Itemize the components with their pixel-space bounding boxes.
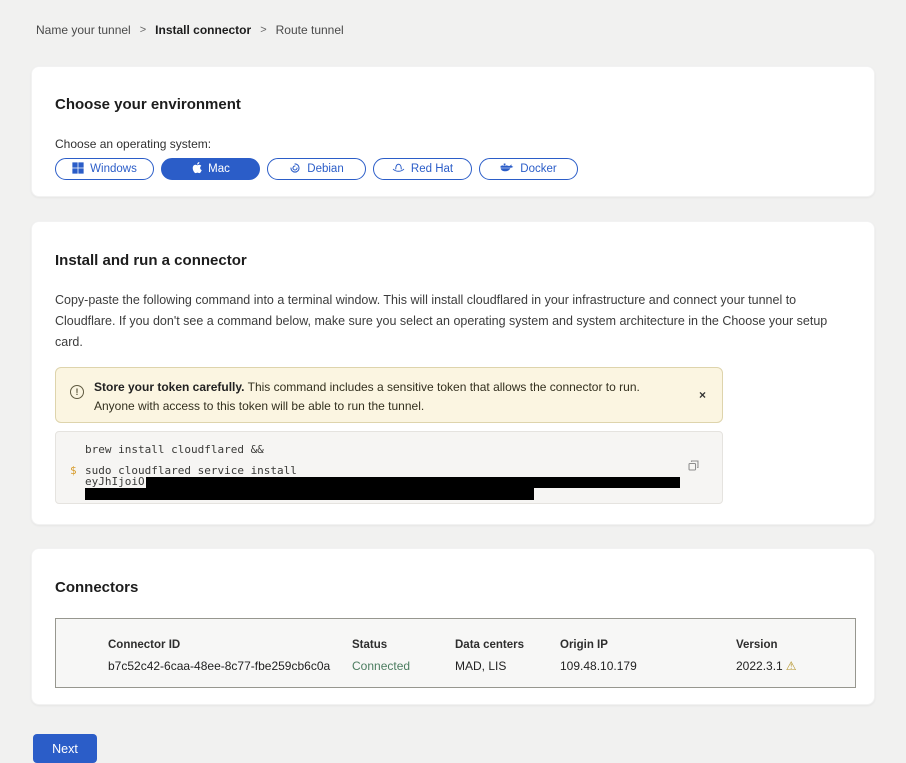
- copy-command-button[interactable]: [687, 459, 700, 472]
- code-line-2: $sudo cloudflared service install: [70, 465, 708, 476]
- redhat-fedora-icon: [392, 162, 405, 177]
- os-button-group: Windows Mac Debian: [55, 158, 852, 180]
- token-warning-banner: ! Store your token carefully. This comma…: [55, 367, 723, 423]
- connectors-card: Connectors Connector ID Status Data cent…: [31, 548, 875, 705]
- header-version: Version: [736, 639, 855, 651]
- tunnel-setup-page: Name your tunnel > Install connector > R…: [0, 0, 906, 740]
- breadcrumb-step-name-your-tunnel[interactable]: Name your tunnel: [36, 23, 131, 37]
- code-line-token: eyJhIjoiO: [70, 476, 708, 488]
- os-button-debian[interactable]: Debian: [267, 158, 366, 180]
- shell-prompt: $: [70, 465, 85, 476]
- header-origin-ip: Origin IP: [560, 639, 736, 651]
- connectors-card-title: Connectors: [55, 580, 852, 596]
- os-button-label: Red Hat: [411, 163, 453, 175]
- os-button-mac[interactable]: Mac: [161, 158, 260, 180]
- code-line-token-continued: [70, 488, 708, 500]
- header-connector-id: Connector ID: [108, 639, 352, 651]
- data-centers-value: MAD, LIS: [455, 659, 560, 673]
- version-value: 2022.3.1⚠: [736, 659, 855, 673]
- redacted-token-bar: [146, 477, 680, 488]
- connectors-table-header: Connector ID Status Data centers Origin …: [108, 639, 855, 651]
- os-button-label: Windows: [90, 163, 137, 175]
- status-badge: Connected: [352, 659, 455, 673]
- os-select-label: Choose an operating system:: [55, 137, 852, 151]
- token-warning-text: Store your token carefully. This command…: [94, 374, 681, 416]
- os-button-label: Debian: [307, 163, 343, 175]
- install-command-code-block: brew install cloudflared && $sudo cloudf…: [55, 431, 723, 504]
- header-status: Status: [352, 639, 455, 651]
- breadcrumb-separator: >: [140, 24, 146, 36]
- os-button-label: Docker: [520, 163, 556, 175]
- breadcrumb-step-route-tunnel[interactable]: Route tunnel: [276, 23, 344, 37]
- connector-id-value: b7c52c42-6caa-48ee-8c77-fbe259cb6c0a: [108, 659, 352, 673]
- install-connector-card: Install and run a connector Copy-paste t…: [31, 221, 875, 525]
- connector-table-row: b7c52c42-6caa-48ee-8c77-fbe259cb6c0a Con…: [108, 659, 855, 673]
- next-button[interactable]: Next: [33, 734, 97, 763]
- copy-icon: [687, 460, 700, 475]
- info-circle-icon: !: [70, 385, 84, 399]
- breadcrumb-separator: >: [260, 24, 266, 36]
- windows-logo-icon: [72, 162, 84, 177]
- debian-swirl-icon: [289, 162, 301, 177]
- os-button-label: Mac: [208, 163, 230, 175]
- install-card-title: Install and run a connector: [55, 253, 852, 269]
- install-card-description: Copy-paste the following command into a …: [55, 290, 851, 353]
- breadcrumb: Name your tunnel > Install connector > R…: [0, 0, 906, 36]
- os-button-docker[interactable]: Docker: [479, 158, 578, 180]
- redacted-token-bar: [85, 488, 534, 500]
- origin-ip-value: 109.48.10.179: [560, 659, 736, 673]
- breadcrumb-step-install-connector[interactable]: Install connector: [155, 23, 251, 37]
- choose-environment-card: Choose your environment Choose an operat…: [31, 66, 875, 197]
- docker-whale-icon: [500, 162, 514, 176]
- header-data-centers: Data centers: [455, 639, 560, 651]
- version-warning-icon: ⚠: [786, 659, 797, 673]
- token-warning-bold: Store your token carefully.: [94, 380, 245, 394]
- os-button-redhat[interactable]: Red Hat: [373, 158, 472, 180]
- environment-card-title: Choose your environment: [55, 97, 852, 113]
- code-line-1: brew install cloudflared &&: [70, 444, 708, 455]
- os-button-windows[interactable]: Windows: [55, 158, 154, 180]
- apple-logo-icon: [191, 161, 202, 177]
- warning-close-button[interactable]: ×: [695, 386, 710, 404]
- connectors-table: Connector ID Status Data centers Origin …: [55, 618, 856, 688]
